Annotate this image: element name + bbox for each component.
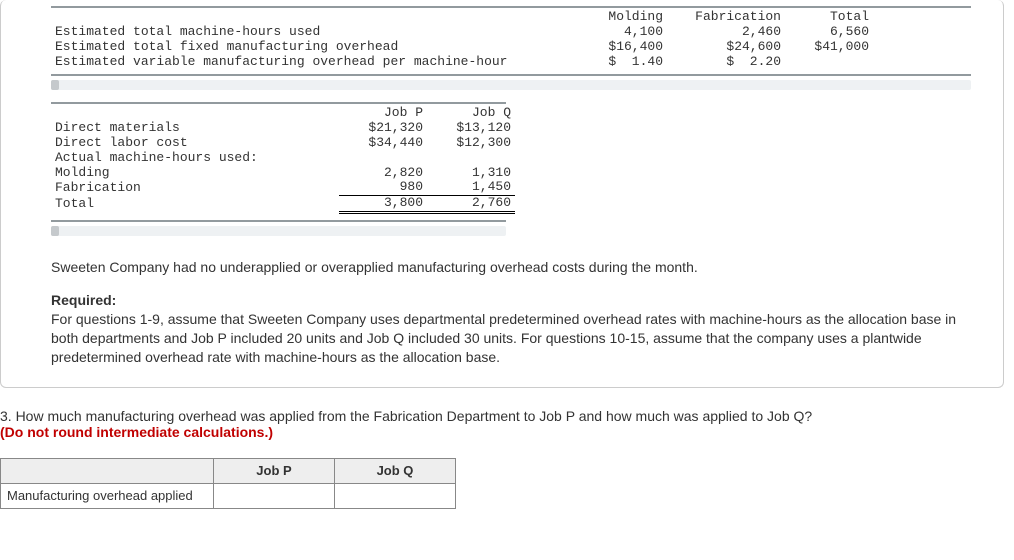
divider (51, 74, 971, 76)
divider (51, 6, 971, 8)
info-paragraph: Sweeten Company had no underapplied or o… (51, 258, 981, 277)
table-row: Job P Job Q (1, 458, 456, 483)
table-row: Molding Fabrication Total (51, 10, 873, 25)
answer-table: Job P Job Q Manufacturing overhead appli… (0, 458, 456, 509)
cell: 4,100 (579, 25, 667, 40)
overhead-estimates-table: Molding Fabrication Total Estimated tota… (51, 10, 873, 70)
required-text: For questions 1-9, assume that Sweeten C… (51, 311, 956, 365)
col-header: Job P (339, 106, 427, 121)
table-row: Molding 2,820 1,310 (51, 166, 515, 181)
cell: 1,450 (427, 180, 515, 195)
job-data-table: Job P Job Q Direct materials $21,320 $13… (51, 106, 515, 215)
cell: 1,310 (427, 166, 515, 181)
cell: $24,600 (667, 40, 785, 55)
table-row: Actual machine-hours used: (51, 151, 515, 166)
cell: 2,820 (339, 166, 427, 181)
table-row: Total 3,800 2,760 (51, 196, 515, 213)
row-label: Molding (51, 166, 339, 181)
table-row: Estimated variable manufacturing overhea… (51, 55, 873, 70)
cell: 2,760 (427, 196, 515, 213)
col-header: Fabrication (667, 10, 785, 25)
scrollbar[interactable] (51, 80, 971, 90)
cell: $34,440 (339, 136, 427, 151)
required-label: Required: (51, 292, 116, 308)
row-label: Total (51, 196, 339, 213)
row-label: Actual machine-hours used: (51, 151, 339, 166)
cell: 2,460 (667, 25, 785, 40)
job-p-input[interactable] (214, 484, 334, 508)
col-header: Job Q (427, 106, 515, 121)
divider (51, 102, 506, 104)
cell: $16,400 (579, 40, 667, 55)
col-header: Job Q (335, 458, 456, 483)
table-row: Fabrication 980 1,450 (51, 180, 515, 195)
row-label: Direct labor cost (51, 136, 339, 151)
table-row: Job P Job Q (51, 106, 515, 121)
required-block: Required: For questions 1-9, assume that… (51, 291, 981, 367)
col-header: Molding (579, 10, 667, 25)
cell: $ 1.40 (579, 55, 667, 70)
cell (785, 55, 873, 70)
table-row: Direct labor cost $34,440 $12,300 (51, 136, 515, 151)
cell: 3,800 (339, 196, 427, 213)
divider (51, 220, 506, 222)
table-row: Direct materials $21,320 $13,120 (51, 121, 515, 136)
scrollbar[interactable] (51, 226, 506, 236)
cell: $ 2.20 (667, 55, 785, 70)
job-q-input[interactable] (335, 484, 455, 508)
cell: $41,000 (785, 40, 873, 55)
cell: $21,320 (339, 121, 427, 136)
scroll-thumb[interactable] (51, 226, 59, 236)
question-instruction: (Do not round intermediate calculations.… (0, 424, 273, 440)
table-row: Estimated total fixed manufacturing over… (51, 40, 873, 55)
question-text: 3. How much manufacturing overhead was a… (0, 408, 1014, 440)
cell: 6,560 (785, 25, 873, 40)
row-label: Estimated total machine-hours used (51, 25, 579, 40)
scroll-thumb[interactable] (51, 80, 59, 90)
empty-header (1, 458, 214, 483)
cell: $12,300 (427, 136, 515, 151)
row-label: Fabrication (51, 180, 339, 195)
row-label: Direct materials (51, 121, 339, 136)
row-label: Manufacturing overhead applied (1, 483, 214, 508)
col-header: Total (785, 10, 873, 25)
table-row: Estimated total machine-hours used 4,100… (51, 25, 873, 40)
row-label: Estimated variable manufacturing overhea… (51, 55, 579, 70)
table-row: Manufacturing overhead applied (1, 483, 456, 508)
cell: 980 (339, 180, 427, 195)
col-header: Job P (214, 458, 335, 483)
problem-card: Molding Fabrication Total Estimated tota… (0, 0, 1004, 388)
row-label: Estimated total fixed manufacturing over… (51, 40, 579, 55)
question-main: 3. How much manufacturing overhead was a… (0, 408, 812, 424)
cell: $13,120 (427, 121, 515, 136)
